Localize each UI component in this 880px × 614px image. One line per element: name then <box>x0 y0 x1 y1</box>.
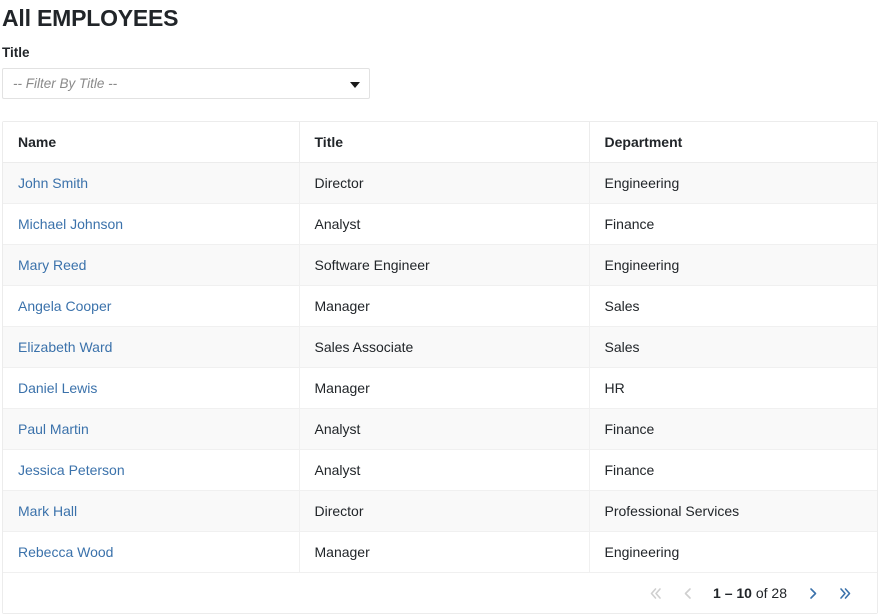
double-chevron-left-icon <box>650 587 661 599</box>
employee-name-link[interactable]: John Smith <box>18 175 88 191</box>
cell-department: Engineering <box>589 162 877 204</box>
table-row: Michael Johnson Analyst Finance <box>3 203 877 245</box>
table-row: Rebecca Wood Manager Engineering <box>3 531 877 573</box>
employee-name-link[interactable]: Elizabeth Ward <box>18 339 112 355</box>
employees-table: Name Title Department John Smith Director… <box>3 122 877 573</box>
employee-name-link[interactable]: Jessica Peterson <box>18 462 125 478</box>
title-filter-block: Title -- Filter By Title -- <box>0 32 880 99</box>
table-row: Mark Hall Director Professional Services <box>3 490 877 532</box>
title-filter-select[interactable]: -- Filter By Title -- <box>2 68 370 99</box>
title-filter-selected-value: -- Filter By Title -- <box>13 76 118 91</box>
double-chevron-right-icon <box>839 587 850 599</box>
cell-title: Manager <box>299 367 590 409</box>
employee-name-link[interactable]: Mark Hall <box>18 503 77 519</box>
page-range-current: 1 – 10 <box>713 585 752 601</box>
cell-department: Finance <box>589 408 877 450</box>
cell-department: Professional Services <box>589 490 877 532</box>
cell-title: Sales Associate <box>299 326 590 368</box>
page-range-total: of 28 <box>751 585 787 601</box>
chevron-down-icon <box>350 82 360 88</box>
cell-department: HR <box>589 367 877 409</box>
employee-name-link[interactable]: Paul Martin <box>18 421 89 437</box>
table-row: Jessica Peterson Analyst Finance <box>3 449 877 491</box>
cell-name: Michael Johnson <box>3 203 300 245</box>
employees-page: All EMPLOYEES Title -- Filter By Title -… <box>0 0 880 614</box>
cell-department: Sales <box>589 285 877 327</box>
cell-name: John Smith <box>3 162 300 204</box>
cell-name: Elizabeth Ward <box>3 326 300 368</box>
employees-table-card: Name Title Department John Smith Director… <box>2 121 878 614</box>
employee-name-link[interactable]: Rebecca Wood <box>18 544 113 560</box>
cell-department: Sales <box>589 326 877 368</box>
cell-department: Engineering <box>589 244 877 286</box>
column-header-name[interactable]: Name <box>3 122 300 163</box>
chevron-right-icon <box>809 587 816 599</box>
cell-title: Manager <box>299 531 590 573</box>
next-page-button[interactable] <box>800 580 826 606</box>
chevron-left-icon <box>684 587 691 599</box>
paginator: 1 – 10 of 28 <box>3 573 877 613</box>
table-row: Mary Reed Software Engineer Engineering <box>3 244 877 286</box>
cell-title: Software Engineer <box>299 244 590 286</box>
cell-name: Paul Martin <box>3 408 300 450</box>
cell-name: Angela Cooper <box>3 285 300 327</box>
cell-title: Manager <box>299 285 590 327</box>
previous-page-button[interactable] <box>674 580 700 606</box>
cell-title: Analyst <box>299 408 590 450</box>
table-header: Name Title Department <box>3 122 877 163</box>
table-row: Angela Cooper Manager Sales <box>3 285 877 327</box>
employee-name-link[interactable]: Daniel Lewis <box>18 380 97 396</box>
cell-title: Analyst <box>299 203 590 245</box>
table-body: John Smith Director Engineering Michael Joh… <box>3 162 877 573</box>
table-row: Paul Martin Analyst Finance <box>3 408 877 450</box>
cell-department: Finance <box>589 449 877 491</box>
cell-department: Finance <box>589 203 877 245</box>
table-row: Daniel Lewis Manager HR <box>3 367 877 409</box>
employee-name-link[interactable]: Michael Johnson <box>18 216 123 232</box>
page-range-label: 1 – 10 of 28 <box>713 585 787 601</box>
cell-title: Director <box>299 490 590 532</box>
cell-name: Rebecca Wood <box>3 531 300 573</box>
cell-name: Daniel Lewis <box>3 367 300 409</box>
page-title: All EMPLOYEES <box>2 5 179 31</box>
first-page-button[interactable] <box>642 580 668 606</box>
column-header-department[interactable]: Department <box>589 122 877 163</box>
table-row: John Smith Director Engineering <box>3 162 877 204</box>
title-filter-label: Title <box>2 45 30 60</box>
employee-name-link[interactable]: Mary Reed <box>18 257 86 273</box>
table-row: Elizabeth Ward Sales Associate Sales <box>3 326 877 368</box>
cell-title: Director <box>299 162 590 204</box>
table-header-row: Name Title Department <box>3 122 877 163</box>
cell-name: Jessica Peterson <box>3 449 300 491</box>
column-header-title[interactable]: Title <box>299 122 590 163</box>
last-page-button[interactable] <box>832 580 858 606</box>
cell-name: Mary Reed <box>3 244 300 286</box>
cell-name: Mark Hall <box>3 490 300 532</box>
cell-title: Analyst <box>299 449 590 491</box>
cell-department: Engineering <box>589 531 877 573</box>
employee-name-link[interactable]: Angela Cooper <box>18 298 111 314</box>
